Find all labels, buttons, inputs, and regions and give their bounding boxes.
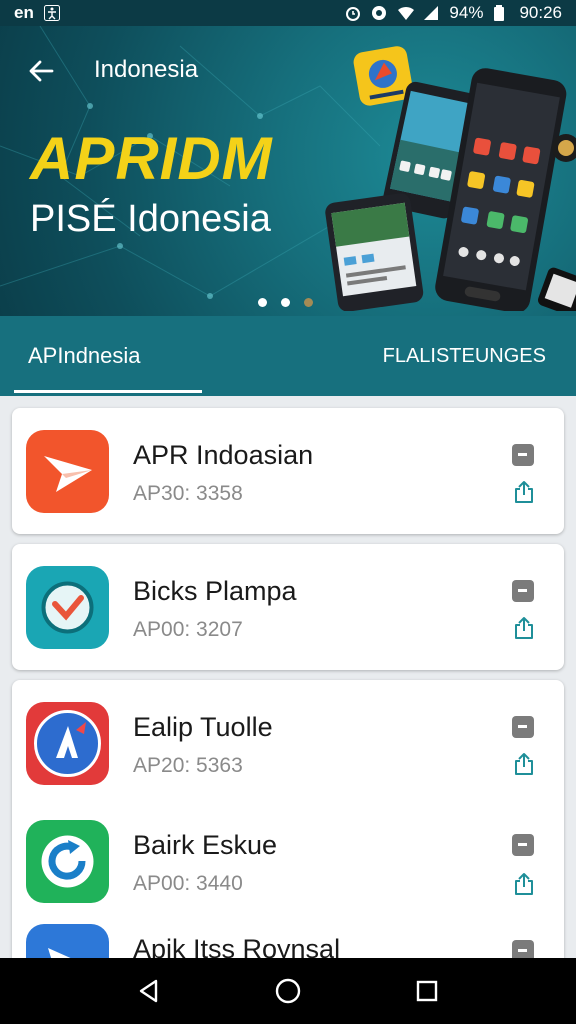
app-card: APR Indoasian AP30: 3358 <box>12 408 564 534</box>
nav-back-button[interactable] <box>129 971 169 1011</box>
share-icon <box>515 873 533 895</box>
tab-label: APIndnesia <box>28 343 141 368</box>
more-options-button[interactable] <box>512 716 534 738</box>
app-meta: AP00: 3207 <box>133 618 243 641</box>
accessibility-icon <box>43 5 60 21</box>
status-bar: en 94% 90:26 <box>0 0 576 26</box>
more-options-button[interactable] <box>512 444 534 466</box>
compass-icon[interactable] <box>26 702 109 785</box>
tab-features[interactable]: FLALISTEUNGES <box>202 316 576 396</box>
share-button[interactable] <box>512 616 536 640</box>
back-button[interactable] <box>24 54 58 88</box>
more-options-button[interactable] <box>512 834 534 856</box>
more-options-button[interactable] <box>512 580 534 602</box>
share-icon <box>515 753 533 775</box>
hero-banner: Indonesia APRIDM PISÉ Idonesia <box>0 26 576 316</box>
battery-percent: 94% <box>449 3 484 22</box>
app-meta: AP20: 5363 <box>133 754 243 777</box>
carousel-indicators <box>258 298 313 307</box>
list-item[interactable]: APR Indoasian AP30: 3358 <box>12 408 564 534</box>
refresh-arrow-icon[interactable] <box>26 820 109 903</box>
square-recents-icon <box>416 980 437 1002</box>
app-name: Ealip Tuolle <box>133 712 273 742</box>
sync-icon <box>371 5 387 21</box>
app-meta: AP00: 3440 <box>133 872 243 895</box>
navigation-bar <box>0 958 576 1024</box>
signal-icon <box>423 5 439 21</box>
battery-icon <box>493 5 509 21</box>
share-button[interactable] <box>512 480 536 504</box>
nav-home-button[interactable] <box>268 971 308 1011</box>
app-card: Bicks Plampa AP00: 3207 <box>12 544 564 670</box>
list-item[interactable]: Ealip Tuolle AP20: 5363 <box>12 680 564 806</box>
app-list: APR Indoasian AP30: 3358 Bicks Plampa AP… <box>12 408 564 972</box>
carousel-dot[interactable] <box>258 298 267 307</box>
header-title: Indonesia <box>94 56 199 83</box>
clock: 90:26 <box>519 3 562 22</box>
nav-recents-button[interactable] <box>407 971 447 1011</box>
app-name: Bairk Eskue <box>133 830 278 860</box>
app-name: Bicks Plampa <box>133 576 297 606</box>
list-item[interactable]: Bicks Plampa AP00: 3207 <box>12 544 564 670</box>
phones-illustration <box>325 46 576 311</box>
list-item[interactable]: Bairk Eskue AP00: 3440 <box>12 806 564 924</box>
app-card: Ealip Tuolle AP20: 5363 Bairk Eskue AP00… <box>12 680 564 972</box>
check-badge-icon[interactable] <box>26 566 109 649</box>
paper-plane-icon[interactable] <box>26 430 109 513</box>
carousel-dot[interactable] <box>281 298 290 307</box>
tab-label: FLALISTEUNGES <box>382 344 546 367</box>
tab-apindonesia[interactable]: APIndnesia <box>0 316 202 396</box>
triangle-back-icon <box>140 979 158 1003</box>
app-name: APR Indoasian <box>133 440 314 470</box>
share-button[interactable] <box>512 872 536 896</box>
share-icon <box>515 617 533 639</box>
wifi-icon <box>397 5 415 21</box>
carousel-dot[interactable] <box>304 298 313 307</box>
hero-subtitle: PISÉ Idonesia <box>30 198 271 240</box>
app-meta: AP30: 3358 <box>133 482 243 505</box>
tab-bar: APIndnesia FLALISTEUNGES <box>0 316 576 396</box>
back-arrow-icon <box>29 60 54 82</box>
circle-home-icon <box>275 978 301 1004</box>
share-button[interactable] <box>512 752 536 776</box>
share-icon <box>515 481 533 503</box>
status-label: en <box>14 3 34 22</box>
hero-title: APRIDM <box>30 125 273 192</box>
alarm-icon <box>345 5 361 21</box>
